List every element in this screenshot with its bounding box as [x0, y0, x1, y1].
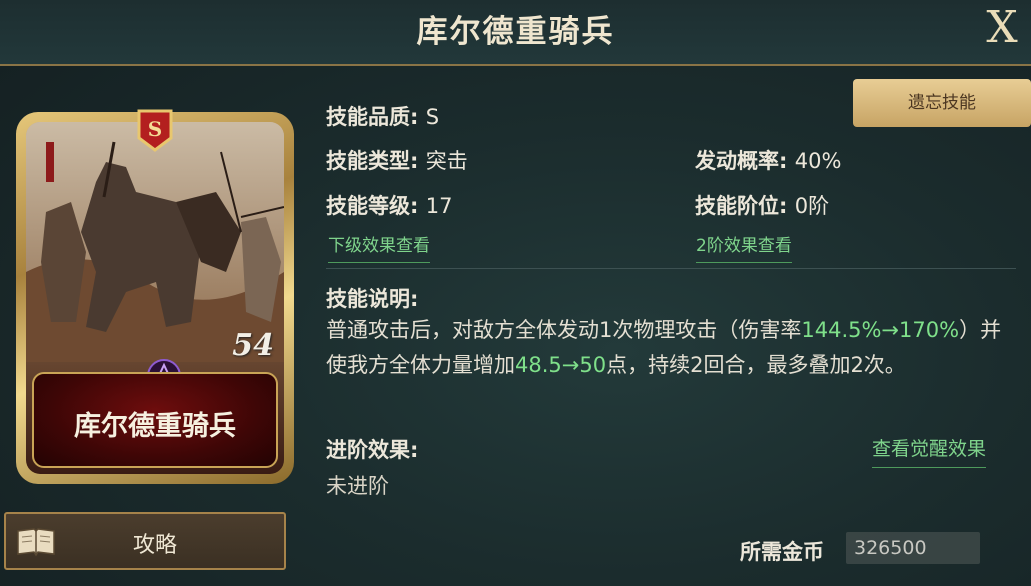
awaken-effect-link[interactable]: 查看觉醒效果 [872, 434, 987, 468]
advance-title: 进阶效果: [326, 438, 419, 462]
guide-button[interactable]: 攻略 [4, 512, 286, 570]
advance-value: 未进阶 [326, 474, 389, 498]
skill-trigger-rate: 发动概率: 40% [695, 145, 841, 175]
gold-cost-label: 所需金币 [740, 540, 824, 564]
lower-effect-link[interactable]: 下级效果查看 [328, 231, 430, 263]
divider [326, 268, 1016, 269]
rank2-effect-link[interactable]: 2阶效果查看 [696, 231, 792, 263]
skill-rate-value: 40% [794, 149, 842, 173]
title-bar: 库尔德重骑兵 X [0, 0, 1031, 66]
description-title: 技能说明: [326, 287, 419, 311]
description-text-1: 普通攻击后，对敌方全体发动1次物理攻击（伤害率 [326, 318, 802, 342]
skill-rate-label: 发动概率: [695, 149, 795, 173]
unit-level: 54 [232, 328, 274, 363]
unit-card: 54 库尔德重骑兵 S [16, 109, 294, 484]
forget-skill-button[interactable]: 遗忘技能 [853, 79, 1031, 127]
skill-rank: 技能阶位: 0阶 [695, 190, 829, 220]
grade-badge-text: S [148, 117, 162, 141]
cavalry-artwork [26, 122, 284, 362]
page-title: 库尔德重骑兵 [416, 14, 615, 50]
skill-type: 技能类型: 突击 [326, 145, 468, 175]
skill-type-label: 技能类型: [326, 149, 426, 173]
unit-name-panel: 库尔德重骑兵 [32, 372, 278, 468]
skill-quality-label: 技能品质: [326, 105, 426, 129]
skill-quality: 技能品质: S [326, 101, 439, 131]
skill-level-label: 技能等级: [326, 194, 426, 218]
close-button[interactable]: X [979, 2, 1025, 54]
damage-rate-highlight: 144.5%→170% [801, 318, 960, 342]
unit-name: 库尔德重骑兵 [74, 411, 236, 442]
skill-rank-value: 0阶 [794, 194, 830, 218]
skill-level-value: 17 [425, 194, 453, 218]
skill-level: 技能等级: 17 [326, 190, 452, 220]
skill-quality-value: S [425, 105, 440, 129]
unit-card-art: 54 库尔德重骑兵 [26, 122, 284, 474]
grade-badge-icon: S [137, 109, 173, 152]
description-text-3: 点，持续2回合，最多叠加2次。 [606, 353, 906, 377]
skill-rank-label: 技能阶位: [695, 194, 795, 218]
gold-cost-value: 326500 [846, 532, 980, 564]
guide-button-label: 攻略 [132, 533, 177, 558]
skill-description: 普通攻击后，对敌方全体发动1次物理攻击（伤害率144.5%→170%）并使我方全… [326, 313, 1016, 383]
skill-type-value: 突击 [425, 149, 468, 173]
strength-highlight: 48.5→50 [515, 353, 607, 377]
